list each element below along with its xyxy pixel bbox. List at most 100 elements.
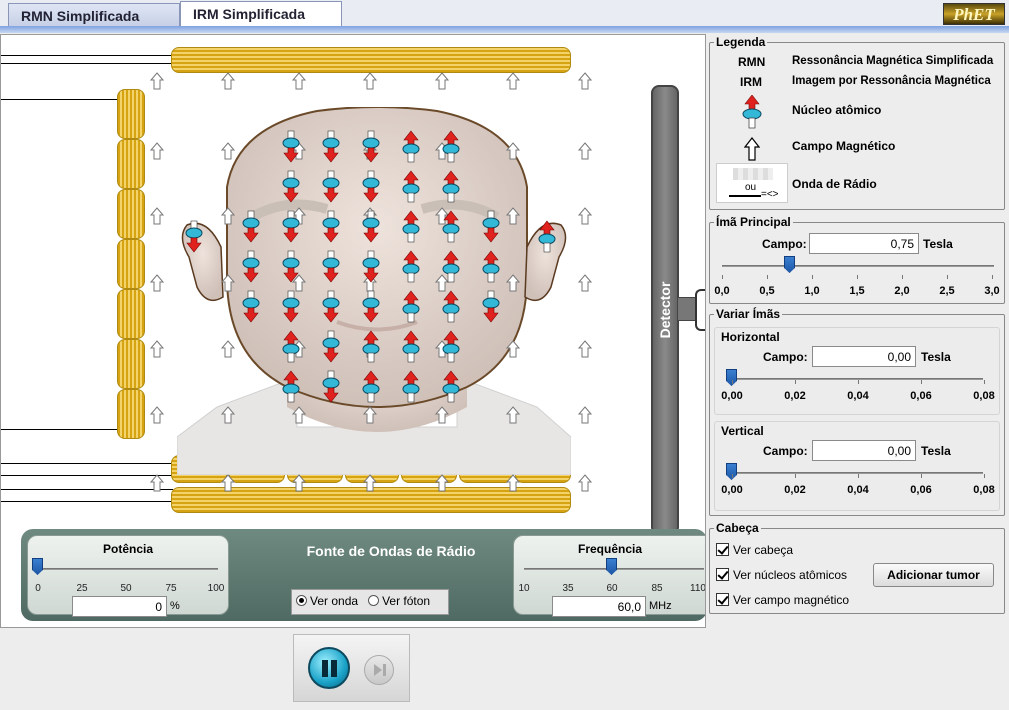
head-panel-title: Cabeça xyxy=(714,521,761,535)
nucleus-spin-up xyxy=(402,250,420,283)
slider-tick-label: 0,04 xyxy=(847,390,869,402)
horizontal-slider-track[interactable] xyxy=(727,378,983,380)
slider-tick-mark xyxy=(858,380,859,384)
main-magnet-slider-thumb[interactable] xyxy=(784,256,795,273)
show-nuclei-checkbox[interactable]: Ver núcleos atômicos xyxy=(716,568,847,582)
nucleus-spin-down xyxy=(322,330,340,363)
radio-wave-source: Fonte de Ondas de Rádio Potência 0 25 50… xyxy=(21,529,706,621)
frequency-tick: 110 xyxy=(690,583,706,594)
photon-icon: =<> xyxy=(761,189,779,200)
nucleus-spin-up xyxy=(282,370,300,403)
magnetic-field-arrow xyxy=(291,406,307,424)
magnetic-field-arrow xyxy=(577,406,593,424)
main-magnet-field-input[interactable]: 0,75 xyxy=(809,233,919,254)
show-head-checkbox[interactable]: Ver cabeça xyxy=(716,543,793,557)
nucleus-spin-up xyxy=(402,210,420,243)
slider-tick-mark xyxy=(921,380,922,384)
show-head-label: Ver cabeça xyxy=(733,543,794,557)
view-wave-option[interactable]: Ver onda xyxy=(296,594,358,608)
magnetic-field-arrow xyxy=(220,142,236,160)
magnetic-field-arrow xyxy=(149,72,165,90)
view-photon-label: Ver fóton xyxy=(382,594,431,608)
slider-tick-label: 1,0 xyxy=(804,285,820,297)
vertical-slider-track[interactable] xyxy=(727,472,983,474)
horizontal-field-label: Campo: xyxy=(763,350,808,364)
slider-tick-label: 0,06 xyxy=(910,484,932,496)
vary-magnets-title: Variar Ímãs xyxy=(714,307,783,321)
head-panel: Cabeça Ver cabeça Ver núcleos atômicos V… xyxy=(709,521,1005,614)
frequency-tick: 85 xyxy=(651,583,663,594)
add-tumor-button[interactable]: Adicionar tumor xyxy=(873,563,994,587)
frequency-input[interactable]: 60,0 xyxy=(552,596,646,617)
magnetic-field-arrow xyxy=(577,142,593,160)
frequency-slider-thumb[interactable] xyxy=(606,558,617,575)
slider-tick-mark xyxy=(732,474,733,478)
nucleus-icon xyxy=(742,95,762,129)
nucleus-spin-down xyxy=(282,290,300,323)
legend-panel: Legenda RMN Ressonância Magnética Simpli… xyxy=(709,35,1005,210)
magnetic-field-arrow xyxy=(149,207,165,225)
nucleus-spin-up xyxy=(362,330,380,363)
tab-irm-simplificada[interactable]: IRM Simplificada xyxy=(180,1,342,27)
checkbox-checked-icon[interactable] xyxy=(716,543,729,556)
magnetic-field-arrow xyxy=(434,274,450,292)
legend-wave-or: ou xyxy=(745,182,757,193)
nucleus-spin-up xyxy=(442,290,460,323)
magnetic-field-arrow xyxy=(505,474,521,492)
show-nuclei-label: Ver núcleos atômicos xyxy=(733,568,848,582)
magnetic-field-arrow xyxy=(149,340,165,358)
nucleus-spin-up xyxy=(402,290,420,323)
magnetic-field-arrow xyxy=(362,406,378,424)
tab-bar: RMN Simplificada IRM Simplificada PhET xyxy=(0,0,1009,27)
radio-unselected-icon[interactable] xyxy=(368,595,380,606)
wave-pattern-icon xyxy=(733,168,773,180)
vary-magnets-panel: Variar Ímãs Horizontal Campo: 0,00 Tesla… xyxy=(709,307,1005,516)
nucleus-spin-down xyxy=(282,170,300,203)
power-slider-thumb[interactable] xyxy=(32,558,43,575)
horizontal-field-input[interactable]: 0,00 xyxy=(812,346,916,367)
magnetic-field-arrow xyxy=(505,274,521,292)
legend-nucleus-text: Núcleo atômico xyxy=(792,103,882,117)
pause-button[interactable] xyxy=(308,647,350,689)
slider-tick-mark xyxy=(902,275,903,279)
nucleus-spin-up xyxy=(482,250,500,283)
magnetic-field-arrow xyxy=(220,340,236,358)
vertical-unit: Tesla xyxy=(921,444,951,458)
nucleus-spin-down xyxy=(362,250,380,283)
checkbox-checked-icon[interactable] xyxy=(716,593,729,606)
magnetic-field-arrow xyxy=(149,474,165,492)
magnetic-field-arrow xyxy=(505,207,521,225)
view-photon-option[interactable]: Ver fóton xyxy=(368,594,430,608)
slider-tick-label: 3,0 xyxy=(984,285,1000,297)
nucleus-spin-down xyxy=(322,210,340,243)
slider-tick-mark xyxy=(795,474,796,478)
power-slider-track[interactable] xyxy=(38,568,218,570)
show-field-checkbox[interactable]: Ver campo magnético xyxy=(716,593,849,607)
vertical-title: Vertical xyxy=(721,424,764,438)
step-button[interactable] xyxy=(364,655,394,685)
magnetic-field-arrow xyxy=(505,406,521,424)
frequency-title: Frequência xyxy=(577,542,643,556)
nucleus-spin-up xyxy=(538,220,556,253)
magnetic-field-arrow xyxy=(577,207,593,225)
vertical-field-input[interactable]: 0,00 xyxy=(812,440,916,461)
vertical-field-label: Campo: xyxy=(763,444,808,458)
power-tick: 50 xyxy=(120,583,132,594)
magnetic-field-arrow xyxy=(505,72,521,90)
radio-selected-icon[interactable] xyxy=(296,595,307,606)
slider-tick-mark xyxy=(857,275,858,279)
magnetic-field-arrow xyxy=(362,72,378,90)
checkbox-checked-icon[interactable] xyxy=(716,568,729,581)
slider-tick-mark xyxy=(984,380,985,384)
nucleus-spin-down xyxy=(362,210,380,243)
main-magnet-slider-track[interactable] xyxy=(722,265,994,267)
power-input[interactable]: 0 xyxy=(72,596,167,617)
tab-rmn-simplificada[interactable]: RMN Simplificada xyxy=(8,3,180,27)
legend-title: Legenda xyxy=(714,35,768,49)
nucleus-spin-up xyxy=(402,170,420,203)
nucleus-spin-down xyxy=(322,130,340,163)
magnetic-field-arrow xyxy=(362,474,378,492)
magnetic-field-arrow xyxy=(434,474,450,492)
phet-logo[interactable]: PhET xyxy=(943,3,1005,25)
magnetic-field-arrow xyxy=(220,474,236,492)
